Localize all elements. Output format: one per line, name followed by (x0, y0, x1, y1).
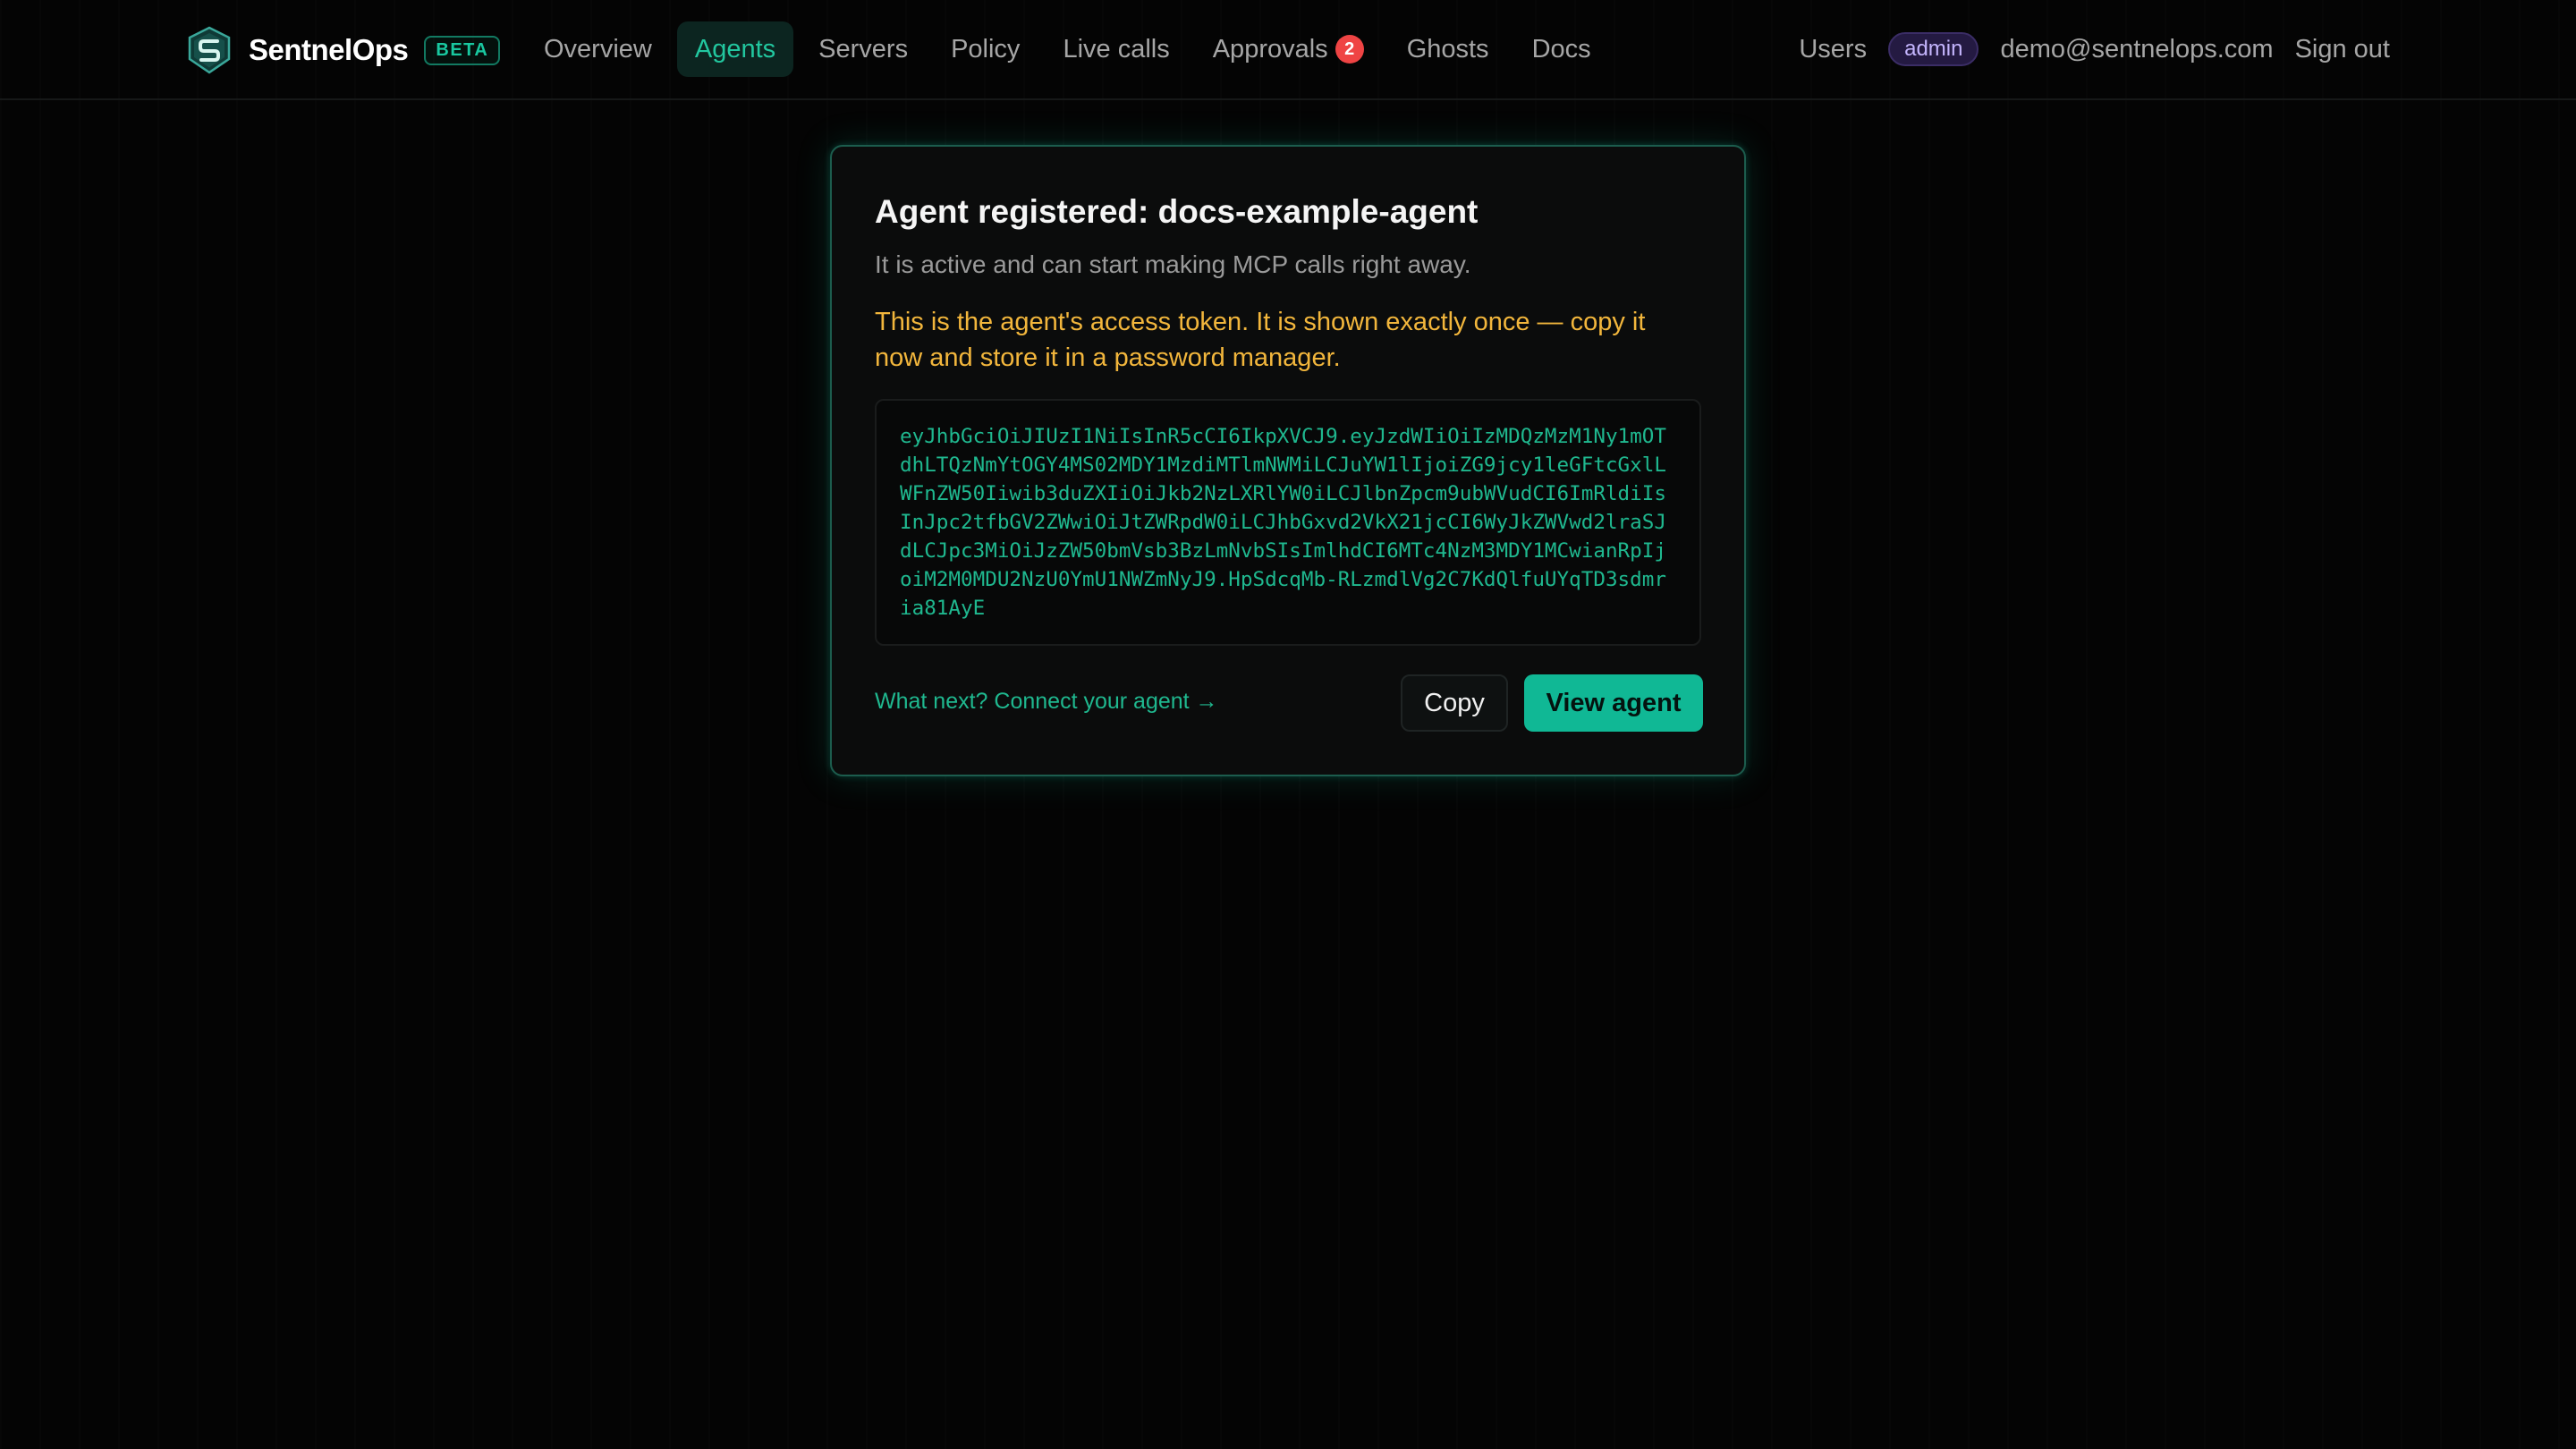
nav-item-live-calls[interactable]: Live calls (1045, 21, 1187, 77)
approvals-count-badge: 2 (1335, 35, 1364, 64)
nav-item-policy[interactable]: Policy (933, 21, 1038, 77)
sign-out-link[interactable]: Sign out (2295, 35, 2390, 64)
nav-item-approvals[interactable]: Approvals 2 (1195, 21, 1382, 77)
view-agent-button[interactable]: View agent (1524, 674, 1703, 732)
connect-agent-link[interactable]: What next? Connect your agent → (875, 689, 1218, 715)
nav-item-approvals-label: Approvals (1212, 34, 1328, 64)
user-menu: Users admin demo@sentnelops.com Sign out (1799, 21, 2390, 77)
nav-item-agents[interactable]: Agents (676, 21, 794, 77)
agent-registered-card: Agent registered: docs-example-agent It … (830, 145, 1746, 776)
card-title: Agent registered: docs-example-agent (875, 193, 1479, 230)
role-badge: admin (1888, 32, 1979, 66)
users-link[interactable]: Users (1799, 35, 1867, 64)
nav-item-servers[interactable]: Servers (801, 21, 926, 77)
main-nav: Overview Agents Servers Policy Live call… (526, 21, 1616, 77)
card-subtitle: It is active and can start making MCP ca… (875, 250, 1471, 278)
access-token-box[interactable]: eyJhbGciOiJIUzI1NiIsInR5cCI6IkpXVCJ9.eyJ… (875, 399, 1701, 646)
nav-item-docs[interactable]: Docs (1514, 21, 1609, 77)
nav-item-ghosts[interactable]: Ghosts (1389, 21, 1507, 77)
copy-button[interactable]: Copy (1401, 674, 1508, 732)
user-email: demo@sentnelops.com (2000, 34, 2274, 64)
shield-s-logo-icon (188, 26, 231, 74)
brand-name: SentnelOps (249, 33, 409, 66)
nav-item-overview[interactable]: Overview (526, 21, 670, 77)
top-nav-bar: SentnelOps BETA Overview Agents Servers … (0, 0, 2576, 100)
token-warning: This is the agent's access token. It is … (875, 308, 1646, 372)
brand[interactable]: SentnelOps BETA (184, 25, 501, 75)
beta-badge: BETA (424, 35, 501, 65)
